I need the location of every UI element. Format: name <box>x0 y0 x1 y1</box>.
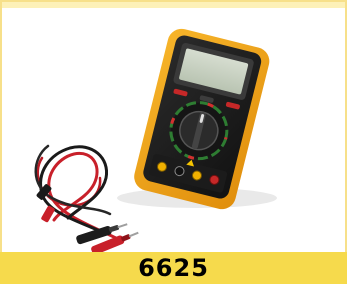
multimeter <box>134 28 270 210</box>
caption-bar: 6625 <box>0 252 347 284</box>
product-image <box>34 28 277 254</box>
product-card[interactable]: 6625 <box>0 0 347 284</box>
product-code: 6625 <box>138 254 209 282</box>
